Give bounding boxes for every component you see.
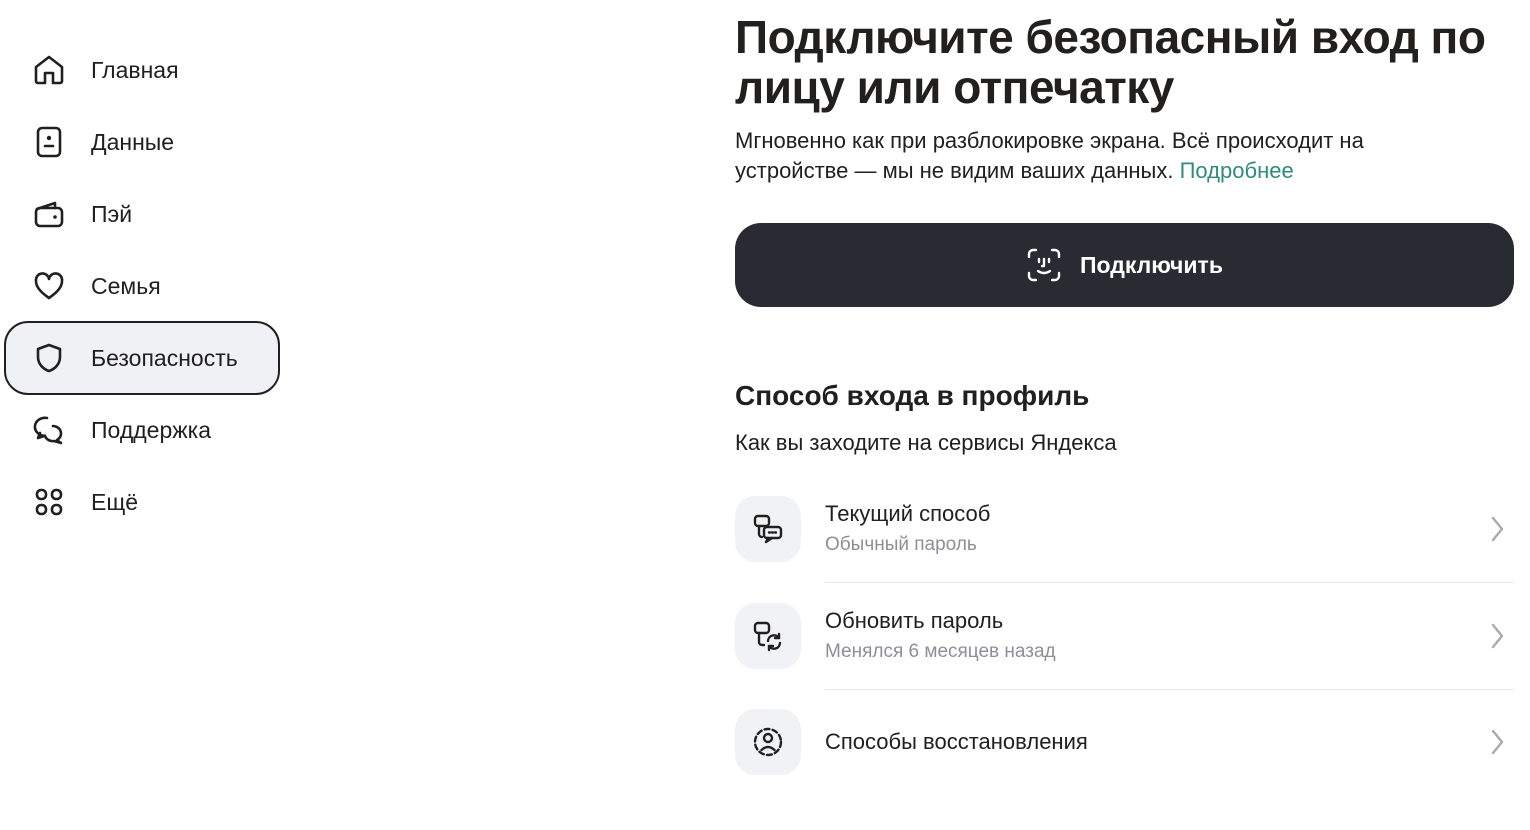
chat-bubbles-icon [32,413,66,447]
sidebar-item-family[interactable]: Семья [4,251,280,321]
user-recovery-icon [735,709,801,775]
sidebar: Главная Данные Пэй Семья Безопасность По… [0,0,300,830]
sidebar-item-label: Данные [91,129,175,155]
section-subtitle: Как вы заходите на сервисы Яндекса [735,430,1117,455]
wallet-icon [32,197,66,231]
row-description: Обычный пароль [825,534,977,555]
sidebar-item-label: Ещё [91,489,139,515]
connect-button[interactable]: Подключить [735,223,1514,307]
hero-subtitle: Мгновенно как при разблокировке экрана. … [735,126,1435,186]
update-password-row[interactable]: Обновить пароль Менялся 6 месяцев назад [735,583,1514,690]
sidebar-item-more[interactable]: Ещё [4,467,280,537]
sidebar-item-label: Поддержка [91,417,211,443]
sidebar-item-label: Пэй [91,201,133,227]
home-icon [32,53,66,87]
sidebar-item-data[interactable]: Данные [4,107,280,177]
connect-button-label: Подключить [1080,251,1223,278]
page-title: Подключите безопасный вход по лицу или о… [735,11,1486,113]
sidebar-item-pay[interactable]: Пэй [4,179,280,249]
shield-icon [32,341,66,375]
id-card-icon [32,125,66,159]
current-method-row[interactable]: Текущий способ Обычный пароль [735,476,1514,583]
sidebar-item-support[interactable]: Поддержка [4,395,280,465]
chevron-right-icon [1491,729,1504,755]
face-id-icon [1026,247,1062,283]
grid-icon [32,485,66,519]
row-title: Способы восстановления [825,729,1088,754]
row-description: Менялся 6 месяцев назад [825,641,1056,662]
recovery-methods-row[interactable]: Способы восстановления [735,690,1514,797]
row-title: Текущий способ [825,501,991,526]
password-refresh-icon [735,603,801,669]
sidebar-item-security[interactable]: Безопасность [4,321,280,395]
more-info-link[interactable]: Подробнее [1180,158,1294,183]
section-title: Способ входа в профиль [735,380,1090,411]
chevron-right-icon [1491,623,1504,649]
row-title: Обновить пароль [825,608,1004,633]
password-key-icon [735,496,801,562]
sidebar-item-label: Главная [91,57,179,83]
sidebar-item-home[interactable]: Главная [4,35,280,105]
heart-icon [32,269,66,303]
chevron-right-icon [1491,516,1504,542]
sidebar-item-label: Семья [91,273,161,299]
sidebar-item-label: Безопасность [91,345,238,371]
